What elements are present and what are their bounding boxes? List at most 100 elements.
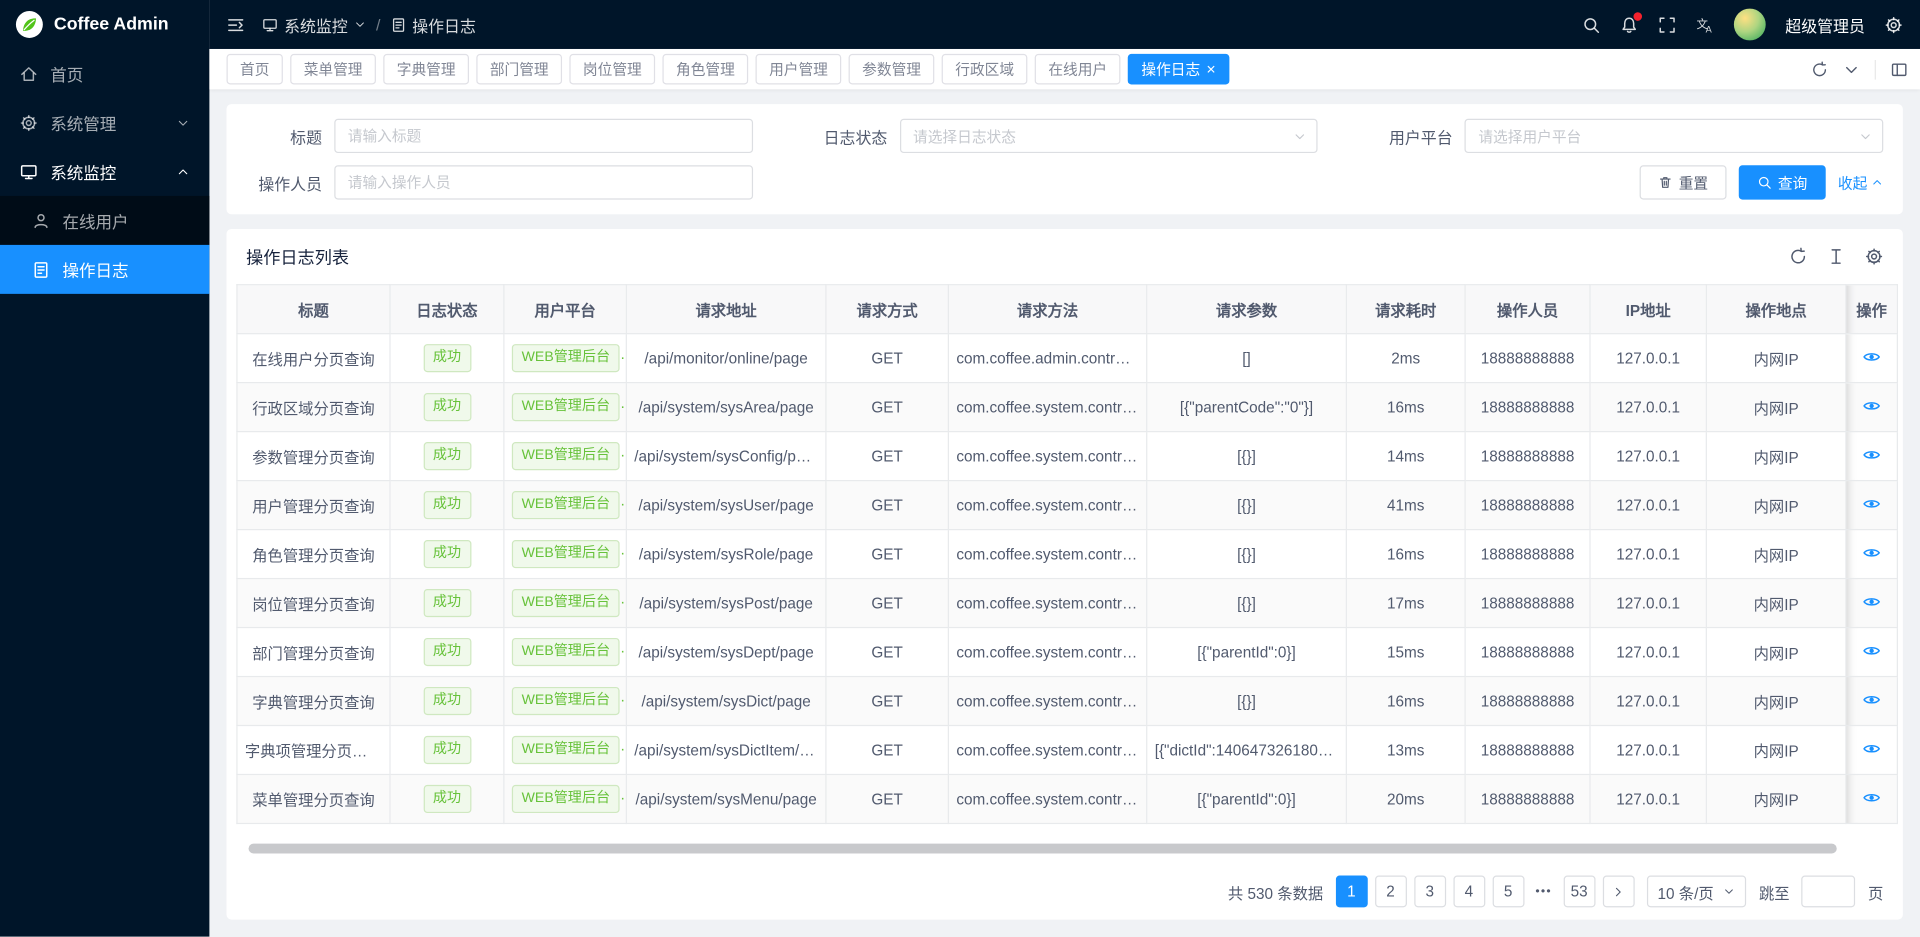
page-size-select[interactable]: 10 条/页 (1646, 876, 1746, 908)
view-detail-eye-icon[interactable] (1862, 494, 1880, 512)
page-button-1[interactable]: 1 (1335, 876, 1367, 908)
cell-location: 内网IP (1706, 334, 1846, 383)
view-detail-eye-icon[interactable] (1862, 788, 1880, 806)
tab-item[interactable]: 在线用户 (1035, 54, 1121, 85)
breadcrumb-item-system-monitor[interactable]: 系统监控 (262, 13, 366, 36)
horizontal-scrollbar[interactable] (246, 844, 1883, 854)
menu-fold-icon[interactable] (227, 15, 245, 33)
next-page-button[interactable] (1602, 876, 1634, 908)
tab-label: 字典管理 (397, 59, 456, 80)
tab-item[interactable]: 岗位管理 (569, 54, 655, 85)
refresh-table-icon[interactable] (1789, 247, 1807, 265)
breadcrumb-item-operation-log[interactable]: 操作日志 (390, 13, 476, 36)
user-platform-select[interactable]: 请选择用户平台 (1465, 119, 1883, 153)
fullscreen-icon[interactable] (1658, 15, 1676, 33)
cell-title: 字典管理分页查询 (237, 677, 390, 726)
view-detail-eye-icon[interactable] (1862, 739, 1880, 757)
cell-ip-address: 127.0.0.1 (1590, 383, 1706, 432)
tab-item[interactable]: 用户管理 (756, 54, 842, 85)
tab-item[interactable]: 菜单管理 (290, 54, 376, 85)
settings-gear-icon[interactable] (1884, 15, 1902, 33)
cell-request-duration: 16ms (1346, 530, 1465, 579)
page-button-4[interactable]: 4 (1453, 876, 1485, 908)
cell-request-handler: com.coffee.system.controlle... (948, 383, 1146, 432)
view-detail-eye-icon[interactable] (1862, 641, 1880, 659)
scrollbar-thumb[interactable] (249, 844, 1837, 854)
tab-item[interactable]: 字典管理 (383, 54, 469, 85)
pagination-ellipsis[interactable]: ••• (1531, 885, 1555, 898)
cell-platform: WEB管理后台 (504, 481, 626, 530)
cell-operator: 18888888888 (1465, 677, 1590, 726)
cell-platform: WEB管理后台 (504, 383, 626, 432)
tab-item[interactable]: 首页 (227, 54, 283, 85)
notification-bell-icon[interactable] (1620, 15, 1638, 33)
cell-request-method: GET (826, 677, 948, 726)
sidebar-item-system-monitor[interactable]: 系统监控 (0, 147, 209, 196)
app-title: Coffee Admin (54, 15, 169, 35)
view-detail-eye-icon[interactable] (1862, 396, 1880, 414)
layout-toggle-icon[interactable] (1891, 61, 1908, 78)
cell-request-duration: 16ms (1346, 383, 1465, 432)
view-detail-eye-icon[interactable] (1862, 592, 1880, 610)
collapse-link[interactable]: 收起 (1838, 172, 1883, 193)
app-logo[interactable]: Coffee Admin (0, 0, 209, 49)
chevron-down-icon (176, 116, 189, 129)
filter-row: 操作人员 重置 查询 收起 (246, 165, 1883, 199)
reset-button[interactable]: 重置 (1640, 165, 1727, 199)
cell-location: 内网IP (1706, 579, 1846, 628)
view-detail-eye-icon[interactable] (1862, 543, 1880, 561)
row-density-icon[interactable] (1827, 247, 1845, 265)
cell-request-params: [] (1147, 334, 1347, 383)
tab-item-active[interactable]: 操作日志× (1128, 54, 1229, 85)
tab-item[interactable]: 参数管理 (849, 54, 935, 85)
translate-icon[interactable]: 文A (1696, 15, 1714, 33)
search-icon[interactable] (1582, 15, 1600, 33)
page-button-53[interactable]: 53 (1563, 876, 1595, 908)
tab-item[interactable]: 角色管理 (663, 54, 749, 85)
view-detail-eye-icon[interactable] (1862, 347, 1880, 365)
sidebar-item-online-users[interactable]: 在线用户 (0, 196, 209, 245)
operator-filter-label: 操作人员 (246, 171, 334, 194)
cell-operator: 18888888888 (1465, 579, 1590, 628)
query-button[interactable]: 查询 (1739, 165, 1826, 199)
status-badge: 成功 (423, 345, 471, 372)
view-detail-eye-icon[interactable] (1862, 445, 1880, 463)
cell-actions (1846, 677, 1897, 726)
refresh-tab-icon[interactable] (1811, 61, 1828, 78)
filter-row: 标题 日志状态 请选择日志状态 用户平台 请选择用户平台 (246, 119, 1883, 153)
cell-platform: WEB管理后台 (504, 432, 626, 481)
operator-filter-input[interactable] (334, 165, 752, 199)
username[interactable]: 超级管理员 (1785, 13, 1865, 36)
cell-title: 岗位管理分页查询 (237, 579, 390, 628)
monitor-icon (262, 17, 278, 33)
tab-close-icon[interactable]: × (1206, 61, 1215, 77)
platform-badge: WEB管理后台 (512, 443, 620, 470)
cell-location: 内网IP (1706, 530, 1846, 579)
tab-menu-chevron-icon[interactable] (1843, 61, 1860, 78)
tab-item[interactable]: 部门管理 (476, 54, 562, 85)
sidebar-item-home[interactable]: 首页 (0, 49, 209, 98)
table-row: 在线用户分页查询成功WEB管理后台/api/monitor/online/pag… (237, 334, 1897, 383)
log-status-filter: 日志状态 请选择日志状态 (811, 119, 1318, 153)
cell-request-url: /api/monitor/online/page (626, 334, 826, 383)
log-status-select[interactable]: 请选择日志状态 (900, 119, 1318, 153)
sidebar-item-label: 操作日志 (62, 257, 189, 281)
view-detail-eye-icon[interactable] (1862, 690, 1880, 708)
cell-actions (1846, 530, 1897, 579)
jump-page-input[interactable] (1802, 876, 1856, 908)
avatar[interactable] (1734, 9, 1766, 41)
cell-request-method: GET (826, 530, 948, 579)
operator-filter: 操作人员 (246, 165, 753, 199)
sidebar-item-label: 首页 (50, 61, 190, 85)
page-button-3[interactable]: 3 (1414, 876, 1446, 908)
page-button-2[interactable]: 2 (1375, 876, 1407, 908)
tab-item[interactable]: 行政区域 (942, 54, 1028, 85)
tab-label: 岗位管理 (583, 59, 642, 80)
sidebar-item-system-management[interactable]: 系统管理 (0, 98, 209, 147)
title-filter-input[interactable] (334, 119, 752, 153)
page-button-5[interactable]: 5 (1492, 876, 1524, 908)
chevron-up-icon (1871, 176, 1883, 188)
sidebar-item-operation-log[interactable]: 操作日志 (0, 245, 209, 294)
column-settings-icon[interactable] (1865, 247, 1883, 265)
cell-ip-address: 127.0.0.1 (1590, 334, 1706, 383)
